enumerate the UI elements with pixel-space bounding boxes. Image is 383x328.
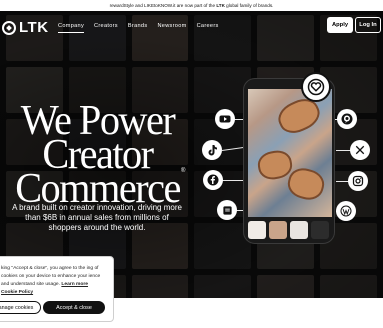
x-icon [350, 140, 370, 160]
pinterest-icon [337, 109, 357, 129]
nav-links: Company Creators Brands Newsroom Careers [58, 23, 219, 33]
apply-button[interactable]: Apply [327, 17, 353, 33]
cookie-policy-link[interactable]: Cookie Policy [1, 290, 33, 295]
cookie-message: king "Accept & close", you agree to the … [1, 265, 109, 297]
ltk-logo-icon [2, 20, 16, 35]
manage-cookies-button[interactable]: anage cookies [0, 301, 41, 314]
phone-screen-photo [248, 89, 332, 217]
product-thumbnail [290, 221, 308, 239]
nav-link-company[interactable]: Company [58, 23, 85, 33]
nav-link-creators[interactable]: Creators [94, 23, 118, 33]
product-thumbnail [269, 221, 287, 239]
cookie-banner: king "Accept & close", you agree to the … [0, 256, 114, 322]
hero-subtext: A brand built on creator innovation, dri… [12, 203, 182, 232]
instagram-icon [348, 171, 368, 191]
announcement-brand: LTK [216, 3, 225, 8]
tiktok-icon [202, 140, 222, 160]
nav-link-brands[interactable]: Brands [128, 23, 148, 33]
wordpress-icon [336, 201, 356, 221]
registered-mark: ® [181, 168, 186, 174]
accept-close-button[interactable]: Accept & close [43, 301, 105, 314]
product-thumbnail [248, 221, 266, 239]
nav-link-careers[interactable]: Careers [197, 23, 219, 33]
sandal-image [284, 164, 328, 204]
facebook-icon [203, 170, 223, 190]
ltk-heart-hub-icon [301, 72, 331, 102]
ltk-bookmark-icon [217, 200, 237, 220]
login-button[interactable]: Log In [355, 17, 381, 33]
nav-link-newsroom[interactable]: Newsroom [157, 23, 186, 33]
hero-headline: We Power Creator Commerce [15, 98, 181, 212]
learn-more-link[interactable]: Learn more [61, 282, 88, 287]
announcement-text-after: global family of brands. [224, 3, 274, 8]
phone-product-thumbnails [248, 221, 329, 239]
announcement-bar: rewardStyle and LIKEtoKNOW.it are now pa… [0, 0, 383, 11]
youtube-icon [215, 109, 235, 129]
logo-text: LTK [19, 19, 49, 36]
ltk-logo[interactable]: LTK [2, 19, 49, 36]
phone-mockup [243, 78, 335, 244]
product-thumbnail [311, 221, 329, 239]
top-navigation: LTK Company Creators Brands Newsroom Car… [0, 11, 383, 43]
announcement-text-before: rewardStyle and LIKEtoKNOW.it are now pa… [109, 3, 217, 8]
